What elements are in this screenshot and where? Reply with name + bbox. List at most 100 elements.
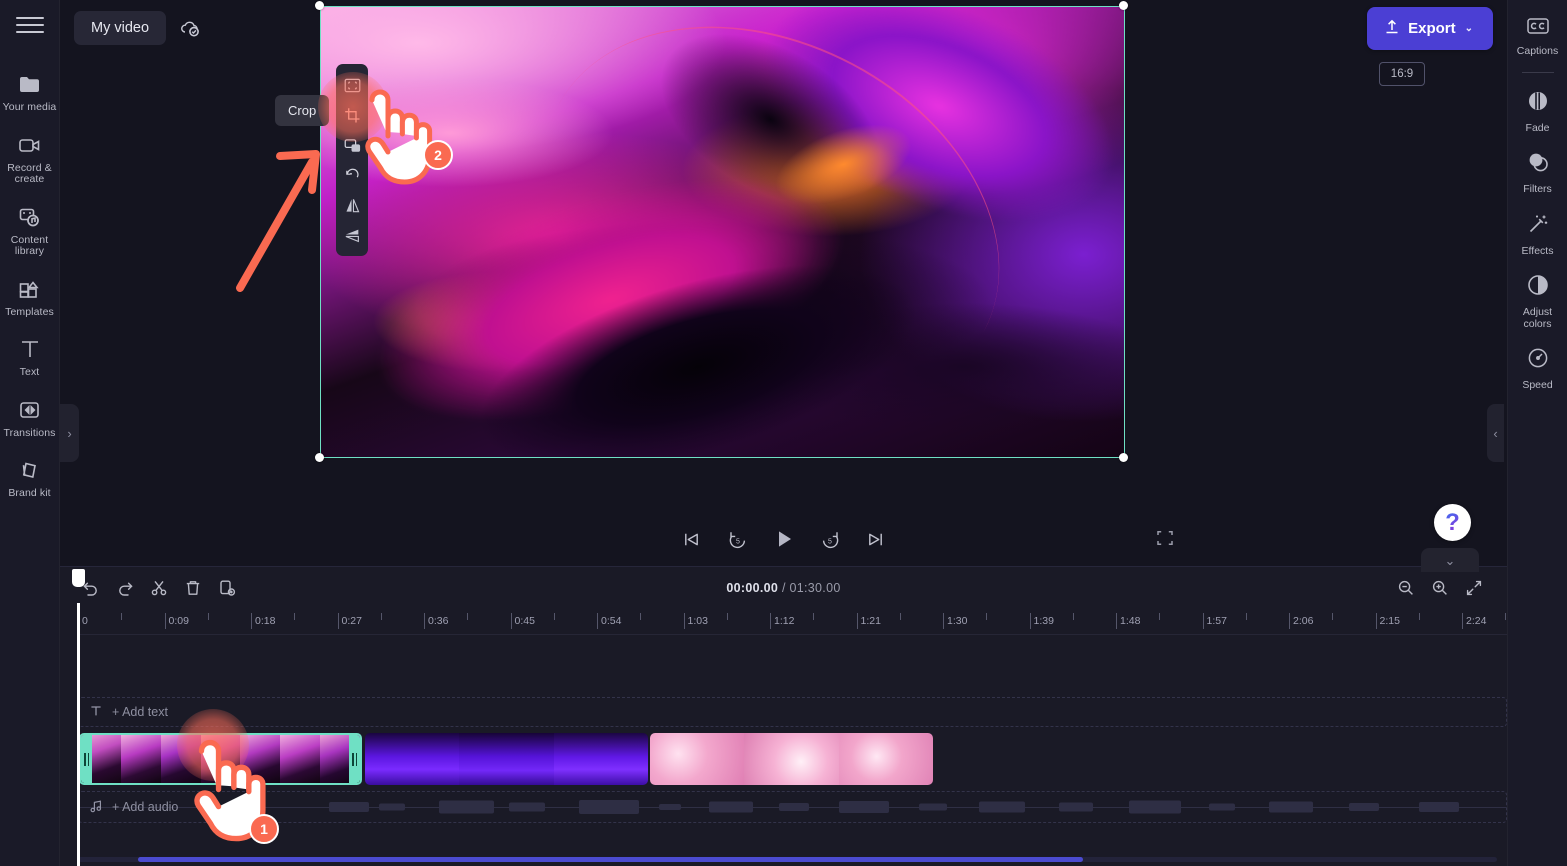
right-item-label: Speed (1522, 379, 1553, 391)
right-item-fade[interactable]: Fade (1508, 81, 1567, 143)
skip-to-start-button[interactable] (675, 522, 709, 556)
sidebar-item-text[interactable]: Text (0, 327, 60, 388)
chevron-down-icon: ⌄ (1464, 22, 1473, 34)
sidebar-label: Transitions (3, 426, 56, 439)
export-button[interactable]: Export ⌄ (1367, 6, 1493, 50)
picture-in-picture-icon[interactable] (337, 130, 367, 160)
ruler-label: 1:57 (1206, 615, 1227, 627)
sidebar-item-transitions[interactable]: Transitions (0, 388, 60, 449)
audio-waveform (1349, 803, 1379, 811)
ruler-label: 0:27 (341, 615, 362, 627)
ruler-tick-minor (640, 613, 642, 620)
project-name-field[interactable]: My video (74, 11, 167, 45)
add-text-track[interactable]: + Add text (78, 697, 1507, 727)
crop-icon[interactable] (337, 100, 367, 130)
content-library-icon (17, 204, 43, 230)
ruler-tick-minor (899, 613, 901, 620)
chevron-right-icon: › (67, 425, 72, 441)
brand-kit-icon (17, 457, 43, 483)
rail-divider (1521, 71, 1554, 73)
right-item-label: Effects (1521, 244, 1554, 257)
collapse-right-panel-button[interactable]: ‹ (1487, 404, 1504, 462)
audio-waveform (1269, 801, 1313, 813)
current-time: 00:00.00 (726, 581, 779, 595)
table-row[interactable] (365, 733, 648, 785)
chevron-down-icon: ⌄ (1444, 552, 1456, 568)
ruler-tick-minor (121, 613, 123, 620)
timeline-ruler[interactable]: 0 0:09 0:18 0:27 0:36 0:45 0:54 1:03 1:12 1:21 1:3… (78, 609, 1507, 635)
fullscreen-button[interactable] (1148, 523, 1182, 553)
right-item-effects[interactable]: Effects (1508, 204, 1567, 266)
speedometer-icon (1526, 346, 1550, 375)
collapse-preview-button[interactable]: ⌄ (1421, 548, 1479, 572)
cloud-saved-icon[interactable] (178, 18, 202, 38)
flip-vertical-icon[interactable] (337, 220, 367, 250)
right-item-adjust-colors[interactable]: Adjust colors (1508, 265, 1567, 338)
right-item-speed[interactable]: Speed (1508, 338, 1567, 400)
clip-2-thumbnails (365, 733, 648, 785)
upload-arrow-icon (1384, 18, 1400, 39)
playhead-handle[interactable] (72, 569, 85, 587)
sidebar-label: Text (19, 366, 40, 378)
left-sidebar: Your media Record & create Content libra… (0, 0, 60, 866)
ruler-label: 2:06 (1293, 615, 1314, 627)
music-note-icon (89, 799, 103, 816)
forward-5-seconds-button[interactable]: 5 (813, 522, 847, 556)
add-audio-track[interactable]: + Add audio (78, 791, 1507, 823)
sidebar-label: Record & create (7, 161, 52, 185)
expand-left-panel-button[interactable]: › (60, 404, 79, 462)
right-item-captions[interactable]: Captions (1508, 8, 1567, 66)
resize-handle-bottom-left[interactable] (315, 453, 324, 462)
time-separator: / (781, 581, 786, 595)
zoom-in-button[interactable] (1425, 573, 1455, 603)
sidebar-item-record-create[interactable]: Record & create (0, 123, 60, 195)
sidebar-item-your-media[interactable]: Your media (0, 62, 60, 123)
sidebar-label: Content library (10, 233, 49, 257)
ruler-label: 0:45 (514, 615, 535, 627)
hamburger-menu-icon[interactable] (15, 14, 44, 36)
sidebar-item-brand-kit[interactable]: Brand kit (0, 448, 60, 509)
video-frame[interactable] (320, 6, 1125, 458)
resize-handle-bottom-right[interactable] (1119, 453, 1128, 462)
ruler-tick-minor (1332, 613, 1334, 620)
audio-waveform (509, 802, 545, 812)
trim-handle-left[interactable] (81, 735, 92, 783)
ruler-label: 0:09 (168, 615, 189, 627)
rotate-icon[interactable] (337, 160, 367, 190)
fit-timeline-button[interactable] (1459, 573, 1489, 603)
redo-button[interactable] (110, 573, 140, 603)
add-audio-label: + Add audio (112, 800, 179, 814)
sidebar-item-templates[interactable]: Templates (0, 267, 60, 328)
sidebar-item-content-library[interactable]: Content library (0, 195, 60, 267)
add-text-label: + Add text (112, 705, 168, 719)
split-button[interactable] (144, 573, 174, 603)
sidebar-label: Templates (5, 305, 54, 318)
table-row[interactable] (79, 733, 362, 785)
video-editor-app: Your media Record & create Content libra… (0, 0, 1567, 866)
step-badge-1: 1 (249, 814, 279, 844)
delete-button[interactable] (178, 573, 208, 603)
zoom-out-button[interactable] (1391, 573, 1421, 603)
total-time: 01:30.00 (789, 581, 841, 595)
fit-to-frame-icon[interactable] (337, 70, 367, 100)
adjust-colors-icon (1526, 273, 1550, 302)
right-item-filters[interactable]: Filters (1508, 142, 1567, 204)
trim-handle-right[interactable] (349, 735, 360, 783)
duplicate-button[interactable] (212, 573, 242, 603)
video-camera-icon (17, 132, 43, 158)
right-item-label: Adjust colors (1522, 306, 1553, 330)
playhead[interactable] (72, 569, 85, 866)
help-button[interactable]: ? (1434, 504, 1471, 541)
right-item-label: Captions (1516, 45, 1559, 57)
export-label: Export (1408, 19, 1456, 37)
video-preview (315, 1, 1128, 462)
timeline-scrollbar[interactable] (138, 857, 1083, 862)
flip-horizontal-icon[interactable] (337, 190, 367, 220)
ruler-tick-minor (813, 613, 815, 620)
play-button[interactable] (767, 522, 801, 556)
skip-to-end-button[interactable] (859, 522, 893, 556)
rewind-5-seconds-button[interactable]: 5 (721, 522, 755, 556)
aspect-ratio-badge[interactable]: 16:9 (1379, 62, 1425, 86)
audio-waveform (1419, 802, 1459, 812)
table-row[interactable] (650, 733, 933, 785)
